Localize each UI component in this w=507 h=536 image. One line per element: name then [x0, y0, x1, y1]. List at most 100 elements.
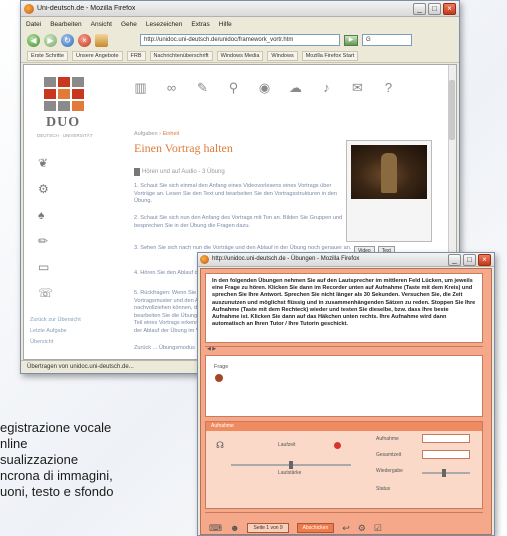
reload-icon[interactable]: ↻	[61, 33, 74, 47]
page-indicator: Seite 1 von 9	[247, 523, 289, 533]
shoe-icon[interactable]: ♠	[38, 209, 60, 222]
side-link[interactable]: Letzte Aufgabe	[30, 328, 81, 334]
speaker-icon[interactable]	[215, 374, 223, 382]
headphone-icon[interactable]: ☊	[216, 440, 224, 451]
popup-window-controls: _ □ ×	[448, 254, 491, 266]
popup-bottom-bar: ⌨ ☻ Seite 1 von 9 Abschicken ↩ ⚙ ☑	[205, 521, 483, 535]
video-player[interactable]	[346, 140, 432, 242]
question-label: Frage	[214, 364, 229, 370]
slider-knob[interactable]	[442, 469, 446, 477]
menu-item-tools[interactable]: Extras	[191, 21, 209, 28]
side-nav-icons: ❦ ⚙ ♠ ✏ ▭ ☏	[38, 157, 60, 300]
mail-icon[interactable]: ✉	[349, 80, 366, 95]
main-title-bar[interactable]: Uni-deutsch.de - Mozilla Firefox _ □ ×	[21, 1, 459, 17]
record-button[interactable]	[334, 442, 341, 449]
breadcrumb-item[interactable]: Aufgaben	[134, 131, 158, 137]
side-links: Zurück zur Übersicht Letzte Aufgabe Über…	[30, 317, 81, 345]
bookmark-item[interactable]: Unsere Angebote	[72, 51, 123, 61]
bookmark-item[interactable]: Windows Media	[216, 51, 264, 61]
maximize-icon[interactable]: □	[463, 254, 476, 266]
forward-arrow-icon[interactable]: ▶	[44, 33, 57, 47]
caption-line: ncrona di immagini,	[0, 468, 113, 483]
recorder-heading: Aufnahme	[206, 422, 482, 431]
firefox-icon	[24, 4, 34, 14]
logo-text: DUO	[46, 115, 81, 130]
page-subtitle: Hören und auf Audio - 3 Übung	[142, 169, 225, 175]
exercise-instructions: In den folgenden Übungen nehmen Sie auf …	[205, 273, 483, 343]
note-icon[interactable]: ♪	[318, 80, 335, 95]
popup-window-title: http://unidoc.uni-deutsch.de - Übungen -…	[212, 256, 360, 262]
menu-item-bookmarks[interactable]: Lesezeichen	[146, 21, 183, 28]
eye-icon[interactable]: ◉	[256, 80, 273, 95]
menu-item-go[interactable]: Gehe	[121, 21, 137, 28]
breadcrumb-item[interactable]: Einheit	[162, 131, 179, 137]
close-icon[interactable]: ×	[443, 3, 456, 15]
maximize-icon[interactable]: □	[428, 3, 441, 15]
book-icon[interactable]: ▥	[132, 80, 149, 95]
minimize-icon[interactable]: _	[413, 3, 426, 15]
bus-icon[interactable]: ▭	[38, 261, 60, 274]
bookmark-item[interactable]: Nachrichtenüberschrift	[149, 51, 213, 61]
minimize-icon[interactable]: _	[448, 254, 461, 266]
glasses-icon[interactable]: ∞	[163, 80, 180, 95]
url-input[interactable]: http://unidoc.uni-deutsch.de/unidoc/fram…	[140, 34, 340, 46]
search-input[interactable]: G	[362, 34, 412, 46]
control-label: Wiedergabe	[376, 468, 403, 474]
phone-icon[interactable]: ☏	[38, 287, 60, 300]
bookmark-item[interactable]: FRB	[126, 51, 146, 61]
pen-icon[interactable]: ✎	[194, 80, 211, 95]
side-link[interactable]: Zurück zur Übersicht	[30, 317, 81, 323]
bookmarks-bar: Erste Schritte Unsere Angebote FRB Nachr…	[21, 50, 459, 63]
check-icon[interactable]: ☑	[374, 523, 382, 534]
feature-caption: egistrazione vocale nline sualizzazione …	[0, 420, 196, 500]
instruction-text: 1. Schaut Sie sich einmal den Anfang ein…	[134, 183, 337, 204]
menu-item-view[interactable]: Ansicht	[91, 21, 112, 28]
window-controls: _ □ ×	[413, 3, 456, 15]
volume-slider[interactable]	[231, 461, 351, 469]
main-window-title: Uni-deutsch.de - Mozilla Firefox	[37, 5, 136, 12]
control-label: Gesamtzeit	[376, 452, 402, 458]
menu-item-file[interactable]: Datei	[26, 21, 41, 28]
side-link[interactable]: Übersicht	[30, 339, 81, 345]
pencil-icon[interactable]: ✏	[38, 235, 60, 248]
top-nav-icons: ▥ ∞ ✎ ⚲ ◉ ☁ ♪ ✉ ?	[132, 80, 397, 95]
person-icon[interactable]: ☻	[230, 523, 239, 533]
totaltime-field[interactable]	[422, 450, 470, 459]
go-button[interactable]: ▶	[344, 34, 358, 46]
caption-line: nline	[0, 436, 28, 451]
caption-line: uoni, testo e sfondo	[0, 484, 114, 499]
popup-title-bar[interactable]: http://unidoc.uni-deutsch.de - Übungen -…	[198, 253, 494, 267]
tool-icon[interactable]: ⚲	[225, 80, 242, 95]
bookmark-item[interactable]: Erste Schritte	[27, 51, 69, 61]
scrollbar-thumb[interactable]	[449, 80, 455, 140]
bookmark-item[interactable]: Windows	[267, 51, 298, 61]
chat-icon[interactable]: ☁	[287, 80, 304, 95]
question-icon[interactable]: ?	[380, 80, 397, 95]
tree-icon[interactable]: ❦	[38, 157, 60, 170]
slider-knob[interactable]	[289, 461, 293, 469]
page-title: Einen Vortrag halten	[134, 141, 233, 155]
logo-subtext: DEUTSCH · UNIVERSITÄT	[37, 133, 93, 138]
bookmark-item[interactable]: Mozilla Firefox Start	[301, 51, 359, 61]
bicycle-icon[interactable]: ⚙	[38, 183, 60, 196]
firefox-icon	[200, 255, 209, 264]
back-arrow-icon[interactable]: ◀	[27, 33, 40, 47]
video-frame[interactable]	[351, 145, 427, 199]
menu-item-help[interactable]: Hilfe	[219, 21, 232, 28]
runtime-field[interactable]	[422, 434, 470, 443]
menu-item-edit[interactable]: Bearbeiten	[50, 21, 81, 28]
keyboard-icon[interactable]: ⌨	[209, 523, 222, 534]
close-icon[interactable]: ×	[478, 254, 491, 266]
back-icon[interactable]: ↩	[342, 523, 350, 534]
playback-slider[interactable]	[422, 469, 470, 477]
navigation-toolbar: ◀ ▶ ↻ × http://unidoc.uni-deutsch.de/uni…	[21, 31, 459, 49]
stop-icon[interactable]: ×	[78, 33, 91, 47]
caption-line: egistrazione vocale	[0, 420, 112, 435]
submit-button[interactable]: Abschicken	[296, 523, 335, 533]
speaker-image	[381, 153, 397, 193]
control-label: Status	[376, 486, 391, 492]
gear-icon[interactable]: ⚙	[358, 523, 366, 534]
home-icon[interactable]	[95, 33, 108, 47]
exercise-popup-window: http://unidoc.uni-deutsch.de - Übungen -…	[197, 252, 495, 536]
control-label: Laufzeit	[278, 442, 296, 448]
